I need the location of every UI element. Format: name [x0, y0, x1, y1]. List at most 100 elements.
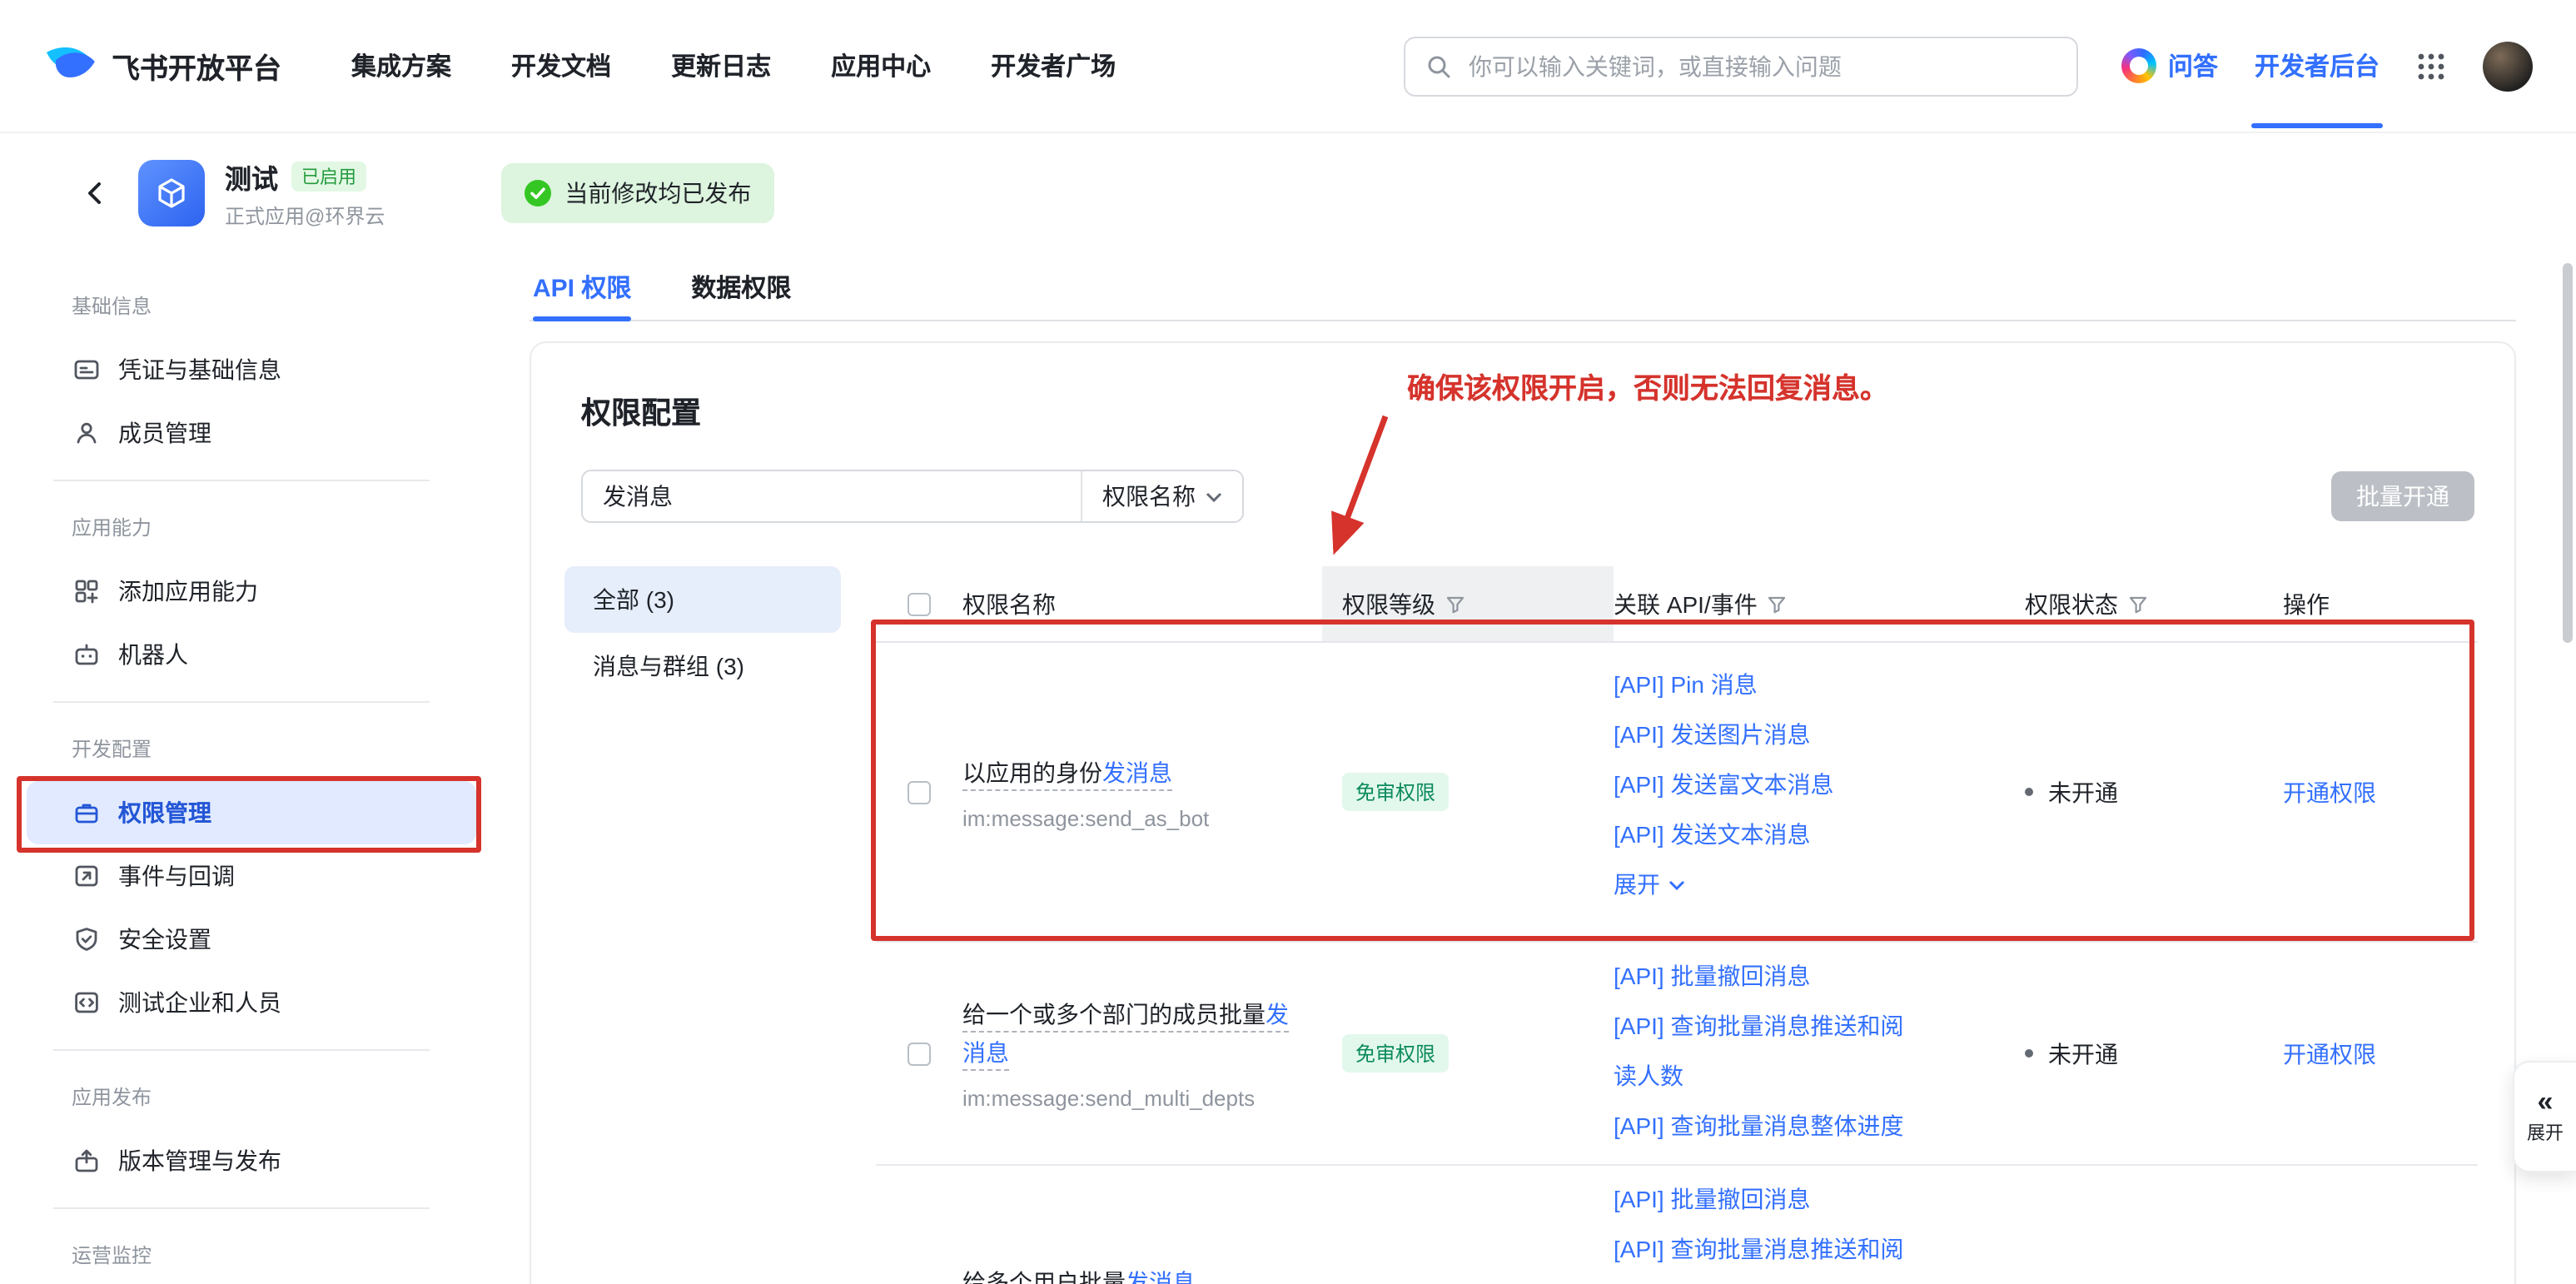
status-badge: 已启用: [291, 162, 366, 192]
batch-open-button[interactable]: 批量开通: [2331, 471, 2474, 521]
row-checkbox[interactable]: [908, 780, 931, 804]
tab-data-permissions[interactable]: 数据权限: [691, 253, 791, 320]
col-header-permission-name: 权限名称: [962, 587, 1342, 620]
nav-search[interactable]: [1404, 36, 2078, 96]
sidebar-item-security[interactable]: 安全设置: [27, 908, 476, 971]
search-field-dropdown[interactable]: 权限名称: [1081, 471, 1242, 521]
permission-name[interactable]: 给多个用户批量发消息: [962, 1268, 1196, 1284]
sidebar-item-version[interactable]: 版本管理与发布: [27, 1129, 476, 1192]
credential-icon: [73, 356, 100, 383]
back-button[interactable]: [75, 173, 115, 213]
panel-title: 权限配置: [581, 390, 701, 433]
sidebar-divider: [53, 701, 430, 703]
app-name: 测试: [225, 157, 278, 197]
top-navbar: 飞书开放平台 集成方案 开发文档 更新日志 应用中心 开发者广场 问答 开发者后…: [0, 0, 2576, 133]
sidebar-divider: [53, 1049, 430, 1051]
filter-funnel-icon[interactable]: [1768, 594, 1788, 614]
sidebar-item-test-org[interactable]: 测试企业和人员: [27, 971, 476, 1034]
publish-status-banner: 当前修改均已发布: [501, 163, 774, 223]
add-capability-icon: [73, 578, 100, 605]
sidebar: 基础信息 凭证与基础信息 成员管理 应用能力 添加应用能力: [0, 253, 500, 1284]
open-permission-link[interactable]: 开通权限: [2283, 779, 2376, 805]
category-message-group[interactable]: 消息与群组 (3): [564, 633, 841, 699]
filter-funnel-icon[interactable]: [2128, 594, 2148, 614]
qa-link[interactable]: 问答: [2121, 48, 2218, 83]
sidebar-section-monitoring: 运营监控: [72, 1239, 500, 1272]
shield-icon: [73, 926, 100, 953]
related-api-cell: [API] 批量撤回消息 [API] 查询批量消息推送和阅读: [1614, 1166, 2025, 1284]
sidebar-item-events[interactable]: 事件与回调: [27, 844, 476, 908]
robot-icon: [73, 641, 100, 668]
permission-search-input[interactable]: [583, 471, 1081, 521]
nav-search-input[interactable]: [1465, 51, 2056, 81]
status-dot-icon: [2025, 1049, 2033, 1058]
permission-status: 未开通: [2025, 1037, 2283, 1070]
nav-item-changelog[interactable]: 更新日志: [671, 48, 771, 83]
expand-api-list[interactable]: 展开: [1614, 859, 1925, 909]
apps-grid-icon[interactable]: [2416, 51, 2446, 81]
code-icon: [73, 989, 100, 1016]
api-link[interactable]: [API] 批量撤回消息: [1614, 1174, 1925, 1224]
permission-icon: [73, 799, 100, 826]
search-icon: [1425, 52, 1452, 79]
scrollbar-thumb[interactable]: [2563, 263, 2573, 643]
permission-code: im:message:send_multi_depts: [962, 1086, 1295, 1111]
sidebar-section-release: 应用发布: [72, 1081, 500, 1114]
api-link[interactable]: [API] 发送图片消息: [1614, 709, 1925, 759]
qa-icon: [2121, 48, 2156, 83]
qa-label: 问答: [2168, 48, 2218, 83]
row-checkbox[interactable]: [908, 1042, 931, 1065]
tab-api-permissions[interactable]: API 权限: [533, 253, 631, 320]
nav-item-app-center[interactable]: 应用中心: [831, 48, 931, 83]
api-link[interactable]: [API] Pin 消息: [1614, 659, 1925, 709]
permissions-card: 权限配置 权限名称 批量开通 全部 (3) 消息与群组 (3): [530, 341, 2516, 1284]
col-header-related-api: 关联 API/事件: [1614, 587, 2025, 620]
api-link[interactable]: [API] 发送文本消息: [1614, 809, 1925, 859]
api-link[interactable]: [API] 批量撤回消息: [1614, 951, 1925, 1001]
app-icon: [138, 160, 205, 226]
main-content: API 权限 数据权限 权限配置 权限名称 批量开通 全部 (3) 消息与群组 …: [530, 253, 2576, 1284]
category-all[interactable]: 全部 (3): [564, 566, 841, 633]
tab-bar: API 权限 数据权限: [530, 253, 2516, 321]
permission-name-cell: 给多个用户批量发消息: [962, 1263, 1342, 1284]
sidebar-section-capabilities: 应用能力: [72, 511, 500, 545]
nav-menu: 集成方案 开发文档 更新日志 应用中心 开发者广场: [351, 48, 1116, 83]
api-link[interactable]: [API] 查询批量消息推送和阅读: [1614, 1224, 1925, 1284]
expand-panel-button[interactable]: « 展开: [2513, 1061, 2576, 1172]
sidebar-divider: [53, 480, 430, 481]
category-list: 全部 (3) 消息与群组 (3): [564, 566, 841, 699]
permission-name-cell: 以应用的身份发消息 im:message:send_as_bot: [962, 754, 1342, 830]
permission-name[interactable]: 给一个或多个部门的成员批量发消息: [962, 1001, 1289, 1071]
filter-funnel-icon[interactable]: [1445, 594, 1465, 614]
sidebar-item-permissions[interactable]: 权限管理: [27, 781, 476, 844]
permission-level-badge: 免审权限: [1342, 773, 1449, 811]
permission-name[interactable]: 以应用的身份发消息: [962, 759, 1172, 790]
sidebar-item-members[interactable]: 成员管理: [27, 401, 476, 465]
console-link[interactable]: 开发者后台: [2255, 48, 2380, 83]
api-link[interactable]: [API] 查询批量消息推送和阅读人数: [1614, 1001, 1925, 1101]
nav-item-dev-plaza[interactable]: 开发者广场: [991, 48, 1116, 83]
api-link[interactable]: [API] 查询批量消息整体进度: [1614, 1101, 1925, 1151]
members-icon: [73, 420, 100, 446]
status-dot-icon: [2025, 788, 2033, 796]
check-circle-icon: [525, 180, 551, 207]
permissions-table: 权限名称 权限等级 关联 API/事件: [876, 566, 2478, 1284]
sidebar-section-basic-info: 基础信息: [72, 290, 500, 323]
nav-item-integration[interactable]: 集成方案: [351, 48, 451, 83]
table-header-row: 权限名称 权限等级 关联 API/事件: [876, 566, 2478, 643]
table-row: 给一个或多个部门的成员批量发消息 im:message:send_multi_d…: [876, 943, 2478, 1166]
api-link[interactable]: [API] 发送富文本消息: [1614, 759, 1925, 809]
user-avatar[interactable]: [2483, 41, 2533, 91]
sidebar-item-credentials[interactable]: 凭证与基础信息: [27, 338, 476, 401]
nav-item-docs[interactable]: 开发文档: [511, 48, 611, 83]
annotation-text: 确保该权限开启，否则无法回复消息。: [1407, 365, 1888, 406]
chevron-down-icon: [1668, 878, 1685, 890]
table-row: 以应用的身份发消息 im:message:send_as_bot 免审权限 [A…: [876, 643, 2478, 943]
sidebar-item-bot[interactable]: 机器人: [27, 623, 476, 686]
col-header-actions: 操作: [2283, 587, 2478, 620]
select-all-checkbox[interactable]: [908, 592, 931, 615]
release-icon: [73, 1147, 100, 1174]
brand[interactable]: 飞书开放平台: [43, 38, 281, 93]
open-permission-link[interactable]: 开通权限: [2283, 1040, 2376, 1067]
sidebar-item-add-capability[interactable]: 添加应用能力: [27, 560, 476, 623]
